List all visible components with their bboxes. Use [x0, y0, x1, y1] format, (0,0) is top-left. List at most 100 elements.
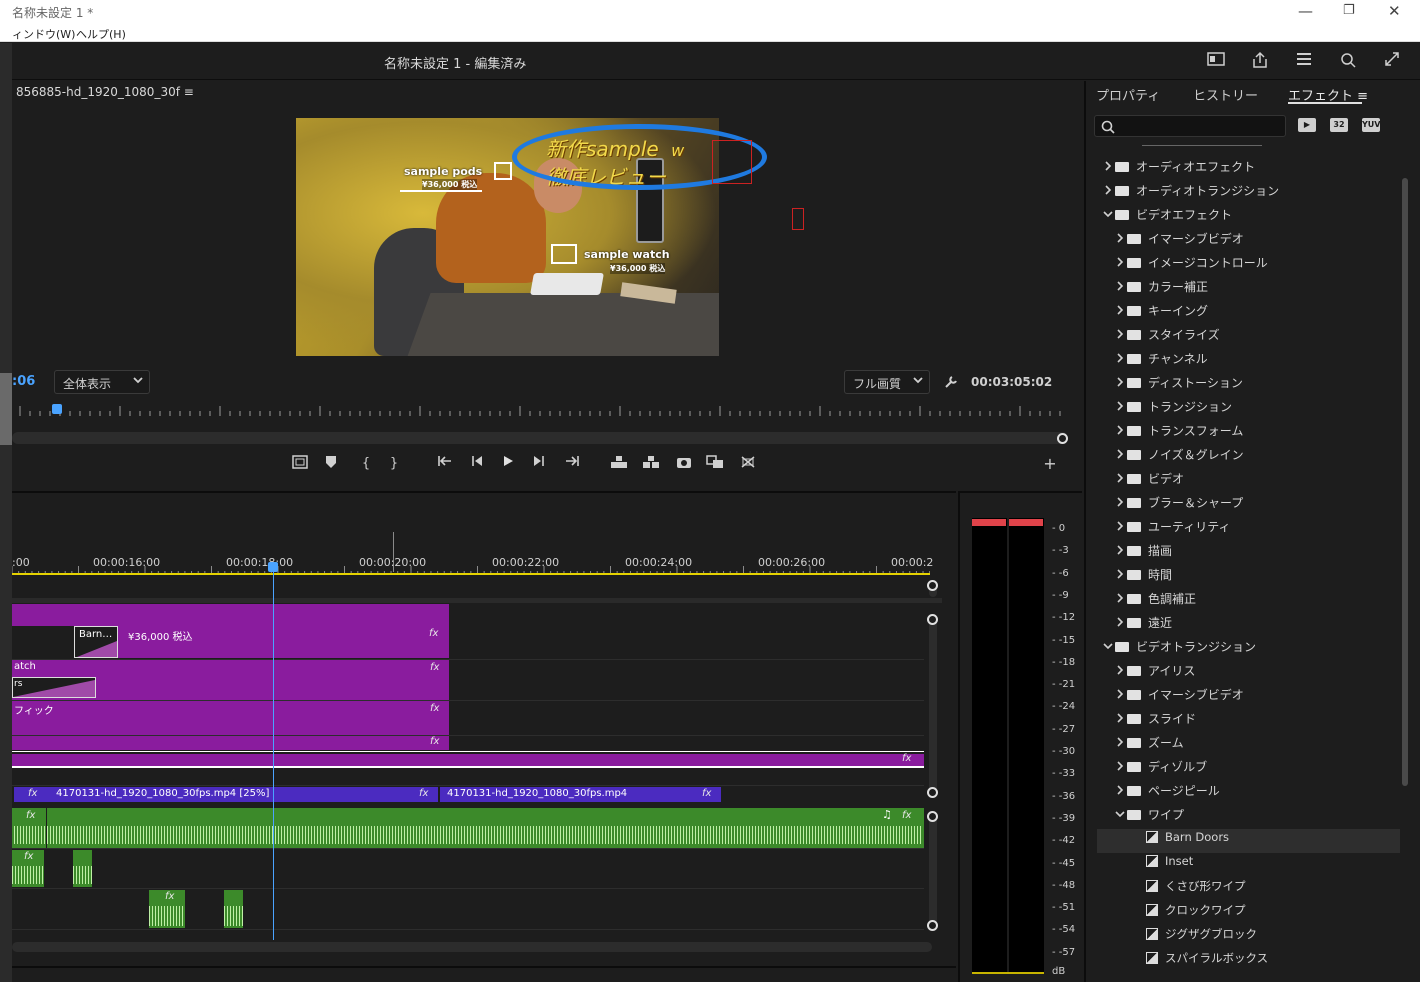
effects-folder[interactable]: ブラー＆シャープ — [1115, 494, 1243, 516]
effects-folder[interactable]: 遠近 — [1115, 614, 1172, 636]
fx-badge[interactable]: fx — [430, 662, 439, 673]
timeline-playhead-line[interactable] — [273, 564, 274, 940]
monitor-time-ruler[interactable] — [16, 400, 1066, 418]
chevron-right-icon[interactable] — [1115, 448, 1127, 462]
effects-folder[interactable]: ワイプ — [1115, 806, 1184, 828]
chevron-right-icon[interactable] — [1115, 352, 1127, 366]
scroll-handle[interactable] — [927, 580, 938, 591]
effects-folder[interactable]: オーディオエフェクト — [1103, 158, 1255, 180]
fx-badge[interactable]: fx — [902, 753, 911, 764]
monitor-playhead-marker[interactable] — [52, 404, 62, 414]
panel-layout-icon[interactable] — [1206, 51, 1226, 71]
menu-help[interactable]: ヘルプ(H) — [76, 26, 126, 42]
fx-badge[interactable]: fx — [430, 736, 439, 747]
chevron-right-icon[interactable] — [1103, 160, 1115, 174]
effects-folder[interactable]: トランスフォーム — [1115, 422, 1243, 444]
effects-folder[interactable]: ユーティリティ — [1115, 518, 1231, 540]
fx-badge[interactable]: fx — [24, 851, 33, 862]
chevron-right-icon[interactable] — [1115, 280, 1127, 294]
timeline-horizontal-scrollbar[interactable] — [12, 942, 932, 952]
chevron-right-icon[interactable] — [1115, 232, 1127, 246]
go-to-out-icon[interactable] — [562, 455, 582, 473]
fx-badge[interactable]: fx — [430, 703, 439, 714]
effects-search-input[interactable] — [1094, 115, 1286, 137]
left-scroll-thumb[interactable] — [0, 373, 12, 445]
effects-item[interactable]: Barn Doors — [1146, 830, 1229, 852]
share-icon[interactable] — [1250, 51, 1270, 71]
tab-history[interactable]: ヒストリー — [1193, 85, 1258, 104]
zoom-fit-dropdown[interactable]: 全体表示 — [54, 370, 150, 394]
adjustment-clip[interactable]: fx — [12, 753, 924, 766]
go-to-in-icon[interactable] — [435, 455, 455, 473]
mark-in-button[interactable]: { — [356, 455, 376, 473]
effects-folder[interactable]: 色調補正 — [1115, 590, 1196, 612]
close-button[interactable]: ✕ — [1388, 2, 1401, 20]
effects-folder[interactable]: アイリス — [1115, 662, 1195, 684]
effects-folder[interactable]: カラー補正 — [1115, 278, 1208, 300]
effects-folder[interactable]: ズーム — [1115, 734, 1184, 756]
playhead-timecode[interactable]: :06 — [12, 374, 35, 389]
step-back-icon[interactable] — [467, 455, 487, 473]
chevron-right-icon[interactable] — [1115, 256, 1127, 270]
effects-folder[interactable]: 時間 — [1115, 566, 1172, 588]
audio-clip-small[interactable] — [224, 890, 243, 928]
audio-clip-small[interactable]: fx — [12, 850, 44, 887]
extract-icon[interactable] — [641, 455, 661, 473]
chevron-right-icon[interactable] — [1115, 520, 1127, 534]
chevron-right-icon[interactable] — [1115, 376, 1127, 390]
effects-folder[interactable]: オーディオトランジション — [1103, 182, 1279, 204]
video-clip-2[interactable]: 4170131-hd_1920_1080_30fps.mp4 fx — [440, 787, 721, 802]
graphic-clip[interactable]: fx — [12, 736, 449, 750]
yuv-effects-icon[interactable]: YUV — [1362, 118, 1380, 132]
audio-tracks-scrollbar[interactable] — [929, 813, 937, 927]
barn-doors-transition[interactable]: Barn… — [74, 626, 118, 658]
wrench-icon[interactable] — [943, 374, 959, 393]
fx-badge[interactable]: fx — [26, 810, 35, 821]
minimize-button[interactable]: — — [1298, 2, 1313, 20]
effects-item[interactable]: くさび形ワイプ — [1146, 878, 1246, 900]
chevron-right-icon[interactable] — [1115, 760, 1127, 774]
chevron-right-icon[interactable] — [1115, 712, 1127, 726]
safe-margins-icon[interactable] — [290, 455, 310, 473]
effects-item[interactable]: スパイラルボックス — [1146, 950, 1268, 972]
chevron-right-icon[interactable] — [1115, 496, 1127, 510]
sequence-name[interactable]: 856885-hd_1920_1080_30f ≡ — [16, 85, 194, 99]
graphic-clip[interactable]: フィック fx — [12, 701, 449, 735]
fx-badge[interactable]: fx — [902, 810, 911, 821]
menu-window[interactable]: ィンドウ(W) — [12, 26, 75, 42]
chevron-right-icon[interactable] — [1115, 544, 1127, 558]
proxy-toggle-icon[interactable] — [738, 455, 758, 473]
quick-search-icon[interactable] — [1338, 51, 1358, 71]
button-editor-button[interactable]: + — [1040, 455, 1060, 473]
chevron-right-icon[interactable] — [1115, 400, 1127, 414]
chevron-right-icon[interactable] — [1115, 328, 1127, 342]
chevron-right-icon[interactable] — [1115, 568, 1127, 582]
scroll-handle[interactable] — [927, 787, 938, 798]
scroll-handle[interactable] — [927, 614, 938, 625]
effects-folder[interactable]: ノイズ＆グレイン — [1115, 446, 1244, 468]
chevron-right-icon[interactable] — [1115, 736, 1127, 750]
lift-icon[interactable] — [609, 455, 629, 473]
text-bounding-box[interactable] — [712, 140, 752, 184]
fullscreen-icon[interactable] — [1382, 51, 1402, 71]
chevron-right-icon[interactable] — [1103, 184, 1115, 198]
chevron-right-icon[interactable] — [1115, 472, 1127, 486]
fx-badge[interactable]: fx — [429, 628, 438, 639]
chevron-down-icon[interactable] — [1103, 208, 1115, 222]
scroll-handle[interactable] — [927, 920, 938, 931]
fx-badge[interactable]: fx — [28, 788, 37, 799]
effects-folder[interactable]: ビデオトランジション — [1103, 638, 1256, 660]
chevron-right-icon[interactable] — [1115, 688, 1127, 702]
work-area-bar[interactable] — [12, 573, 930, 575]
workspaces-icon[interactable] — [1294, 51, 1314, 71]
effects-folder[interactable]: 描画 — [1115, 542, 1172, 564]
effects-folder[interactable]: ビデオエフェクト — [1103, 206, 1232, 228]
video-clip-1[interactable]: fx 4170131-hd_1920_1080_30fps.mp4 [25%] … — [14, 787, 438, 802]
mark-out-button[interactable]: } — [384, 455, 404, 473]
chevron-right-icon[interactable] — [1115, 784, 1127, 798]
graphic-clip[interactable] — [12, 604, 449, 626]
chevron-down-icon[interactable] — [1115, 808, 1127, 822]
audio-clip-small[interactable] — [73, 850, 92, 887]
monitor-scroll-handle[interactable] — [1057, 433, 1068, 444]
effects-folder[interactable]: ディストーション — [1115, 374, 1243, 396]
